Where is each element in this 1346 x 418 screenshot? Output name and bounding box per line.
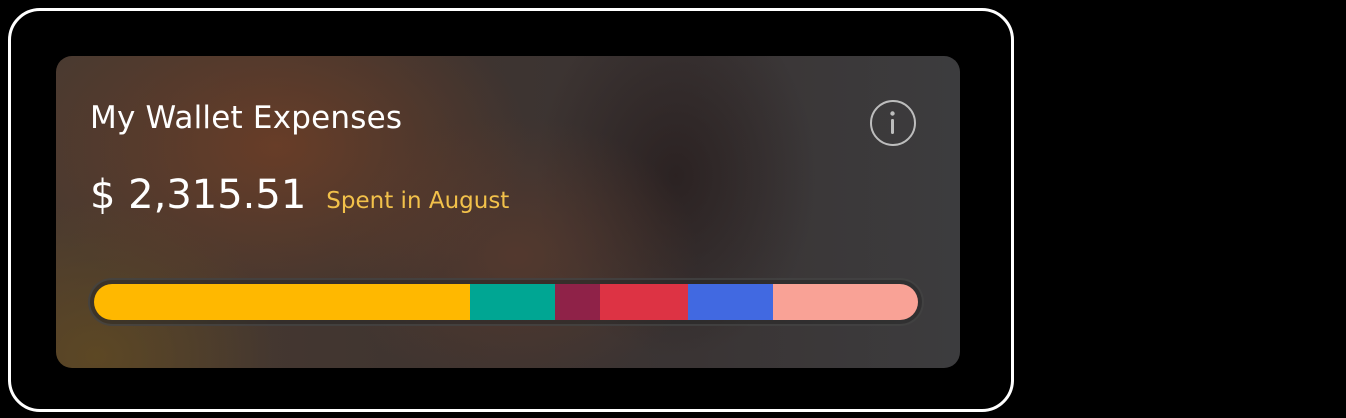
expense-segment: [94, 284, 470, 320]
expense-segment: [555, 284, 600, 320]
info-icon: [890, 111, 895, 134]
wallet-expenses-card: My Wallet Expenses $ 2,315.51 Spent in A…: [56, 56, 960, 368]
card-title: My Wallet Expenses: [90, 100, 403, 136]
expense-segment: [469, 284, 556, 320]
expense-segment: [688, 284, 773, 320]
amount-period-label: Spent in August: [326, 188, 510, 214]
expense-segment: [772, 284, 918, 320]
amount-row: $ 2,315.51 Spent in August: [90, 172, 509, 224]
total-amount: $ 2,315.51: [90, 172, 307, 218]
expense-bar: [94, 284, 918, 320]
expense-bar-track: [88, 278, 924, 326]
info-button[interactable]: [870, 100, 916, 146]
expense-segment: [599, 284, 689, 320]
